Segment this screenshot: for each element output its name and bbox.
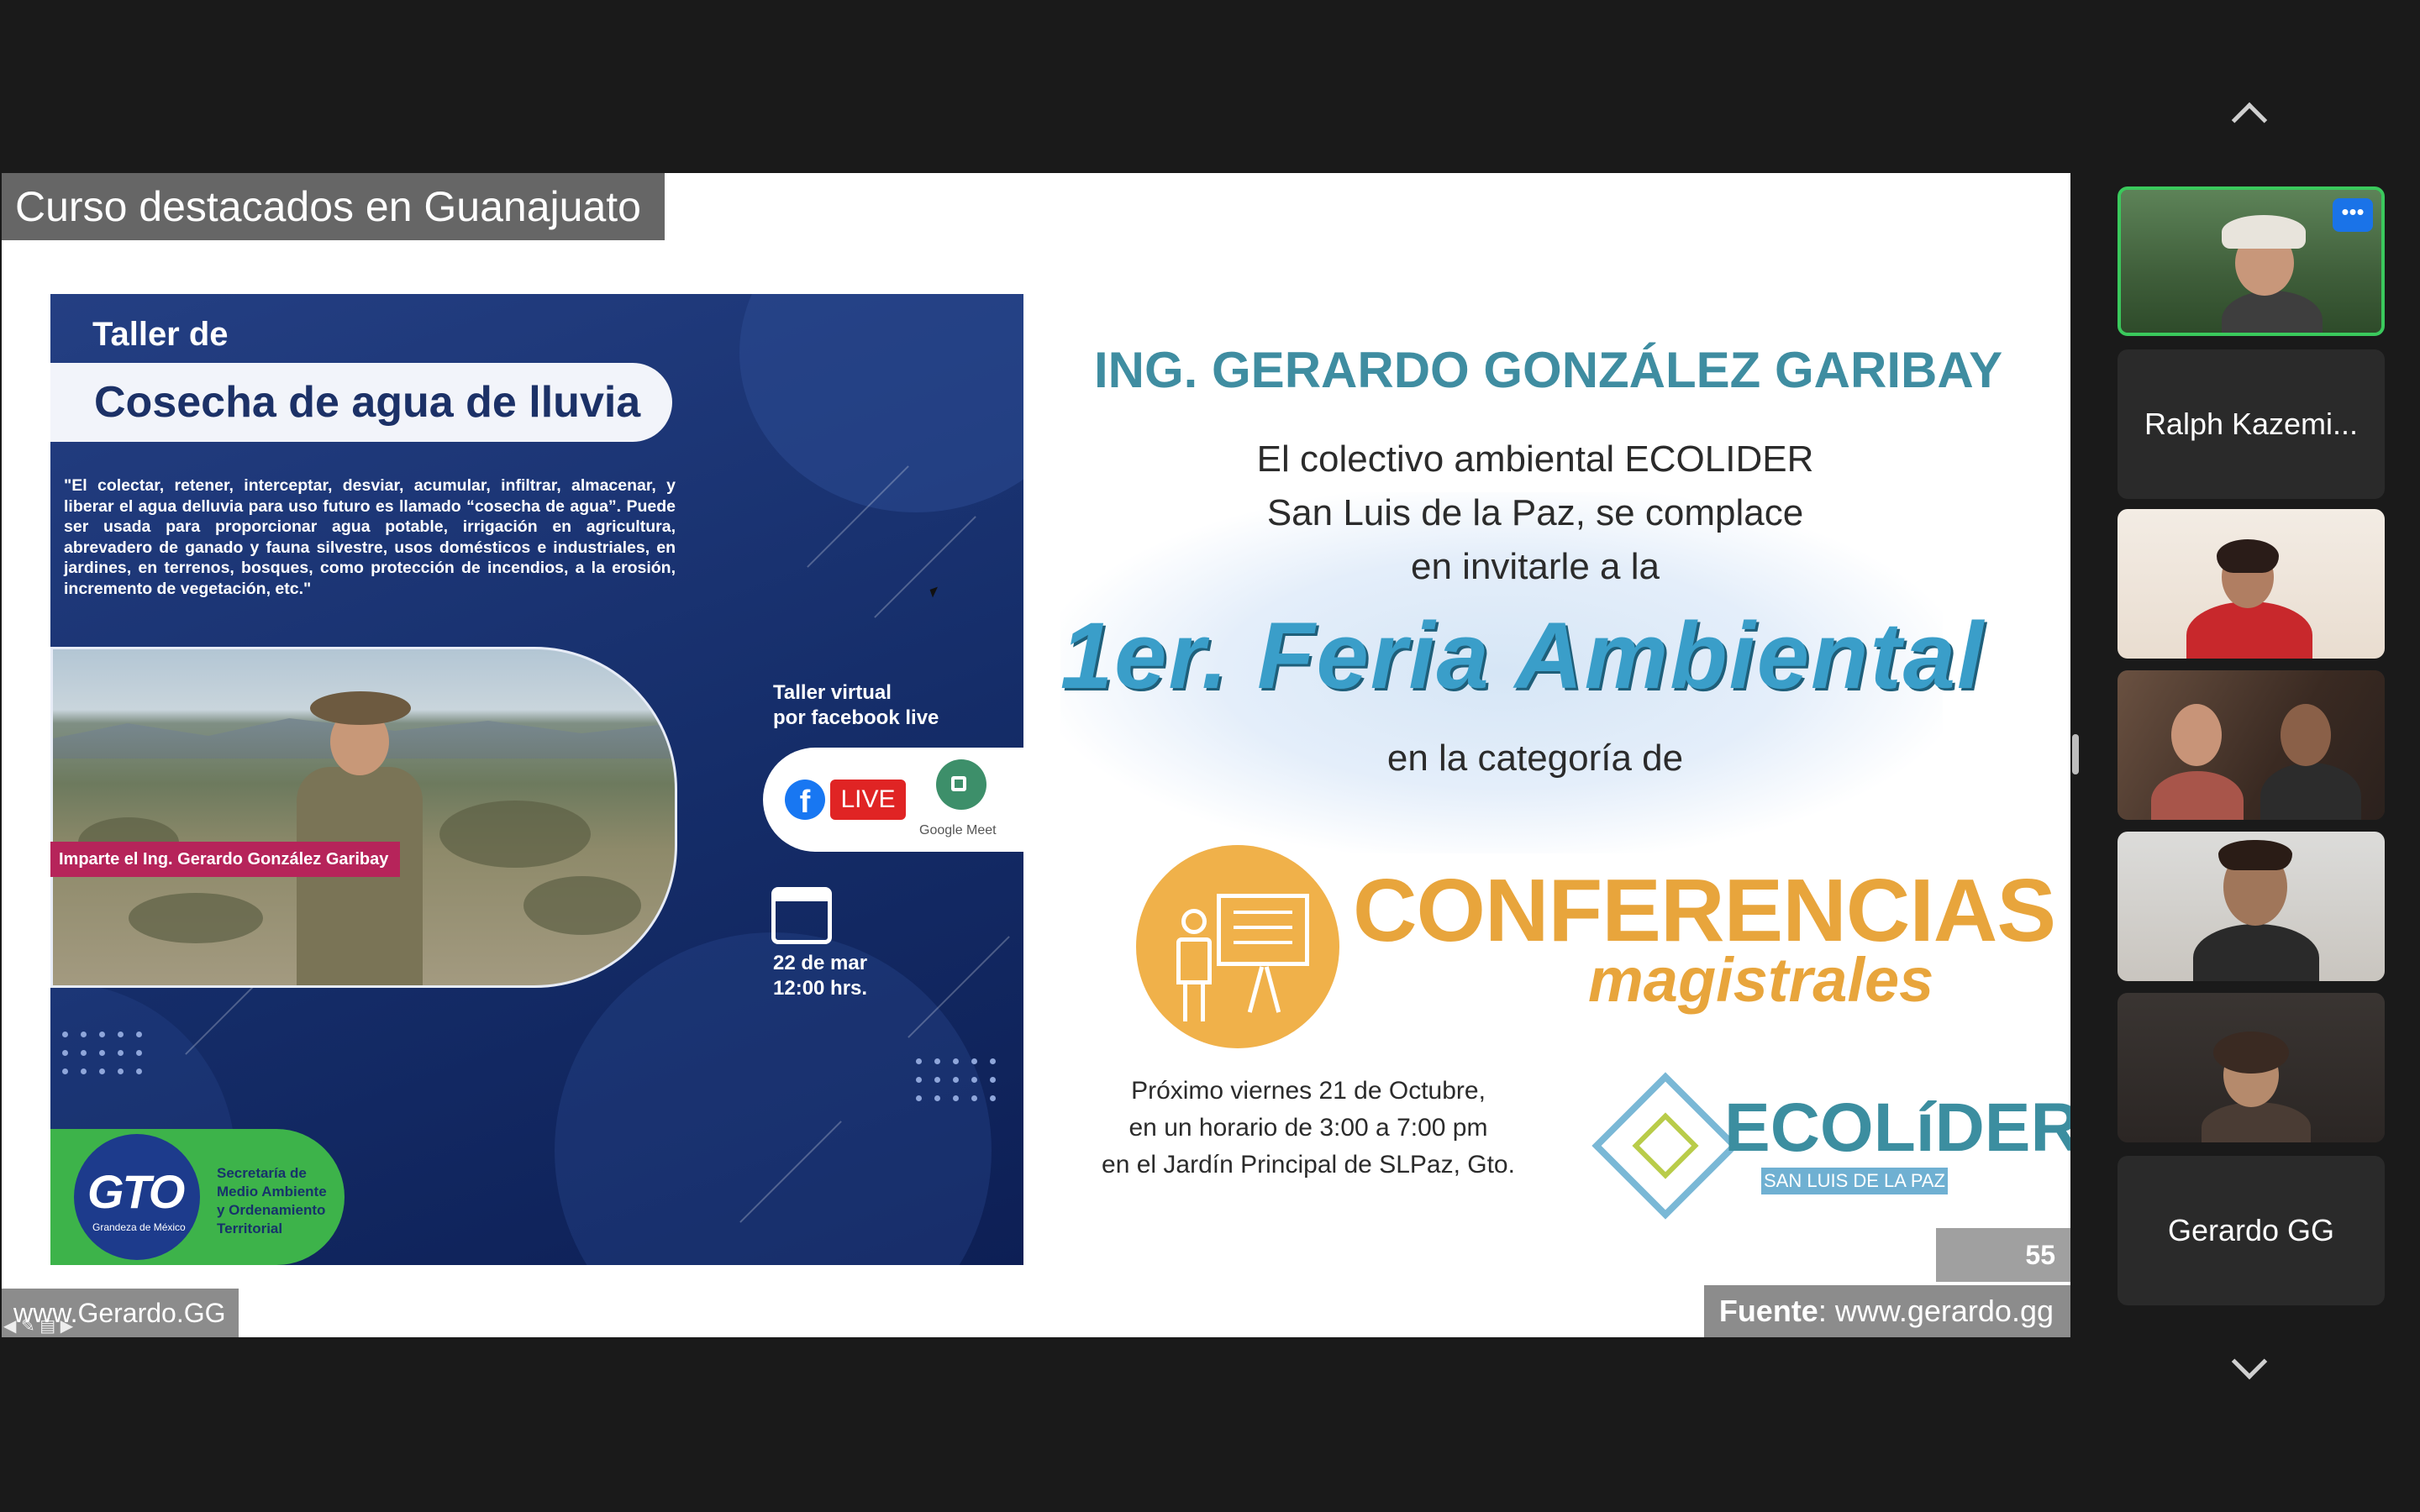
virtual-line-1: Taller virtual xyxy=(773,681,892,704)
instructor-tag-text: Imparte el Ing. Gerardo González Garibay xyxy=(59,850,389,869)
gto-sec-line: y Ordenamiento xyxy=(217,1202,326,1218)
instructor-tag: Imparte el Ing. Gerardo González Garibay xyxy=(50,842,401,877)
gto-logo: GTO Grandeza de México xyxy=(74,1134,200,1260)
participant-tile[interactable]: Gerardo GG xyxy=(2118,1156,2385,1305)
magistrales-subtitle: magistrales xyxy=(1588,945,1934,1015)
decor-dots xyxy=(62,1032,142,1074)
invite-line-3: en invitarle a la xyxy=(1411,546,1660,587)
participant-tile[interactable] xyxy=(2118,993,2385,1142)
ecolider-logo-icon xyxy=(1591,1072,1739,1220)
flyer-title: Cosecha de agua de lluvia xyxy=(94,378,641,427)
source-box: Fuente: www.gerardo.gg xyxy=(1704,1285,2070,1337)
gto-sec-line: Territorial xyxy=(217,1221,283,1236)
feria-title: 1er. Feria Ambiental xyxy=(1060,603,1986,708)
slide-nav-controls[interactable]: ◀ ✎ ▤ ▶ xyxy=(3,1315,73,1336)
participant-tile[interactable] xyxy=(2118,832,2385,981)
gto-sec-line: Medio Ambiente xyxy=(217,1184,327,1200)
live-badge: LIVE xyxy=(830,780,906,820)
event-details-line-1: Próximo viernes 21 de Octubre, xyxy=(1131,1077,1486,1105)
gto-badge: GTO Grandeza de México Secretaría de Med… xyxy=(50,1129,345,1265)
participant-tile[interactable]: Ralph Kazemi... xyxy=(2118,349,2385,499)
facebook-icon: f xyxy=(785,780,825,820)
source-label: Fuente xyxy=(1718,1294,1818,1328)
google-meet-label: Google Meet xyxy=(919,823,997,837)
invite-line-2: San Luis de la Paz, se complace xyxy=(1266,492,1804,533)
gto-secretaria: Secretaría de Medio Ambiente y Ordenamie… xyxy=(217,1164,327,1238)
resize-handle[interactable] xyxy=(2072,734,2079,774)
flyer-kicker: Taller de xyxy=(92,316,229,353)
scroll-up-button[interactable] xyxy=(2218,87,2286,139)
slide-title-banner: Curso destacados en Guanajuato xyxy=(2,173,665,240)
shared-slide: Curso destacados en Guanajuato Taller de… xyxy=(2,173,2070,1337)
scroll-down-button[interactable] xyxy=(2218,1343,2286,1394)
workshop-flyer: Taller de Cosecha de agua de lluvia "El … xyxy=(50,294,1023,1265)
decor-dots xyxy=(916,1058,996,1101)
page-number-box: 55 xyxy=(1936,1228,2070,1282)
flyer-quote: "El colectar, retener, interceptar, desv… xyxy=(64,476,676,598)
ecolider-sub-badge: SAN LUIS DE LA PAZ xyxy=(1761,1168,1948,1194)
ecolider-name: ECOLíDER xyxy=(1724,1089,2070,1166)
flyer-title-pill: Cosecha de agua de lluvia xyxy=(50,363,672,442)
gto-logo-sub: Grandeza de México xyxy=(92,1221,186,1233)
virtual-line-2: por facebook live xyxy=(773,706,939,729)
stream-platforms: f LIVE Google Meet xyxy=(763,748,1023,852)
source-url: : www.gerardo.gg xyxy=(1818,1294,2054,1328)
presentation-icon xyxy=(1136,845,1339,1048)
calendar-icon xyxy=(771,887,832,944)
google-meet-icon xyxy=(936,759,986,810)
participant-name: Ralph Kazemi... xyxy=(2144,407,2359,441)
ecolider-sub: SAN LUIS DE LA PAZ xyxy=(1763,1170,1945,1191)
invite-line-1: El colectivo ambiental ECOLIDER xyxy=(1256,438,1814,480)
date-line-2: 12:00 hrs. xyxy=(773,977,868,1000)
event-details-line-3: en el Jardín Principal de SLPaz, Gto. xyxy=(1102,1151,1515,1179)
instructor-photo xyxy=(50,647,677,988)
chevron-up-icon xyxy=(2231,102,2268,139)
source-text: Fuente: www.gerardo.gg xyxy=(1719,1285,2054,1337)
workshop-date: 22 de mar 12:00 hrs. xyxy=(773,951,867,1001)
gto-logo-text: GTO xyxy=(87,1165,185,1218)
participant-tile[interactable]: ••• xyxy=(2118,186,2385,336)
virtual-info: Taller virtual por facebook live xyxy=(773,680,939,731)
participant-name: Gerardo GG xyxy=(2167,1213,2335,1247)
event-details-line-2: en un horario de 3:00 a 7:00 pm xyxy=(1128,1114,1488,1142)
more-options-button[interactable]: ••• xyxy=(2333,198,2373,232)
slide-title: Curso destacados en Guanajuato xyxy=(15,183,641,230)
categoria-line: en la categoría de xyxy=(1386,738,1684,779)
gto-sec-line: Secretaría de xyxy=(217,1165,307,1181)
speaker-name: ING. GERARDO GONZÁLEZ GARIBAY xyxy=(1094,342,2003,398)
date-line-1: 22 de mar xyxy=(773,952,868,974)
page-number: 55 xyxy=(2025,1240,2055,1270)
participant-tile[interactable] xyxy=(2118,670,2385,820)
participant-tile[interactable] xyxy=(2118,509,2385,659)
chevron-down-icon xyxy=(2231,1343,2268,1380)
